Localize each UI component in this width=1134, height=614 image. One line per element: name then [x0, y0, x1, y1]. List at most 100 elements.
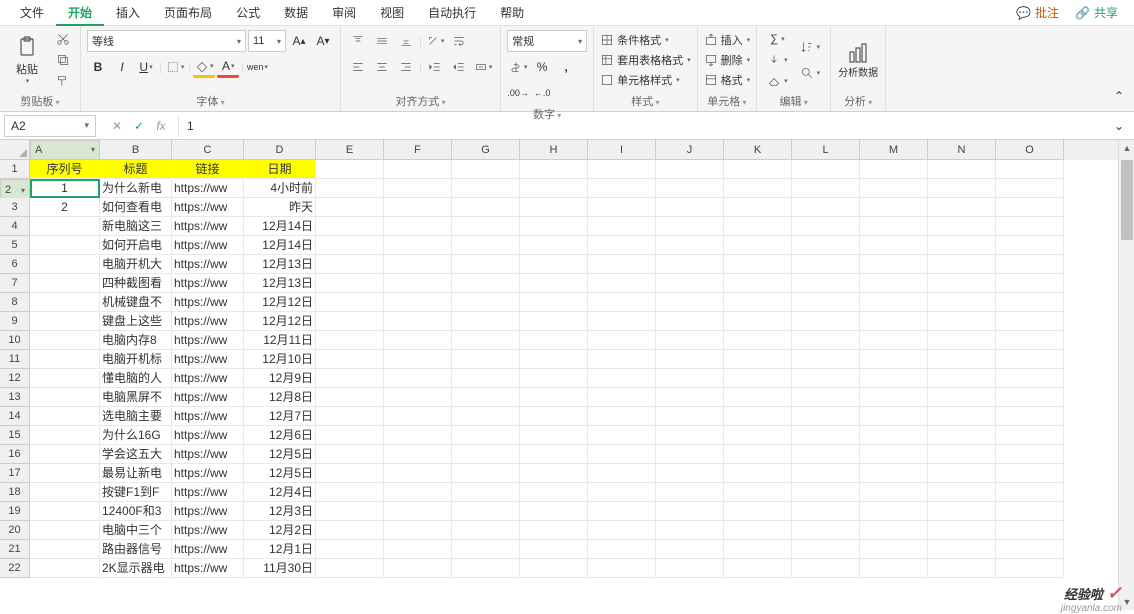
- cell[interactable]: [656, 312, 724, 331]
- cell[interactable]: [520, 179, 588, 198]
- cell[interactable]: [996, 255, 1064, 274]
- row-header[interactable]: 11: [0, 350, 30, 369]
- cell[interactable]: [792, 160, 860, 179]
- align-left-button[interactable]: [347, 56, 369, 78]
- cell[interactable]: [928, 179, 996, 198]
- cell[interactable]: 日期: [244, 160, 316, 179]
- col-header-E[interactable]: E: [316, 140, 384, 160]
- cell[interactable]: [30, 350, 100, 369]
- row-header[interactable]: 19: [0, 502, 30, 521]
- vertical-scrollbar[interactable]: ▲ ▼: [1118, 140, 1134, 610]
- cell[interactable]: 12月3日: [244, 502, 316, 521]
- row-header[interactable]: 6: [0, 255, 30, 274]
- cell[interactable]: 按键F1到F: [100, 483, 172, 502]
- cell[interactable]: 路由器信号: [100, 540, 172, 559]
- cell[interactable]: [860, 255, 928, 274]
- cell[interactable]: 机械键盘不: [100, 293, 172, 312]
- cell[interactable]: [452, 160, 520, 179]
- cell[interactable]: [928, 312, 996, 331]
- cell[interactable]: [384, 426, 452, 445]
- merge-button[interactable]: [472, 56, 494, 78]
- cell[interactable]: https://ww: [172, 350, 244, 369]
- cell[interactable]: [792, 407, 860, 426]
- menu-data[interactable]: 数据: [272, 0, 320, 26]
- cell[interactable]: [520, 350, 588, 369]
- cell[interactable]: [452, 179, 520, 198]
- cell[interactable]: [30, 274, 100, 293]
- cell[interactable]: [588, 255, 656, 274]
- cell[interactable]: [588, 502, 656, 521]
- cell[interactable]: [384, 407, 452, 426]
- insert-cells-button[interactable]: 插入: [704, 32, 751, 48]
- cell[interactable]: [316, 483, 384, 502]
- cell[interactable]: [30, 445, 100, 464]
- cell[interactable]: [452, 331, 520, 350]
- cell[interactable]: 电脑中三个: [100, 521, 172, 540]
- row-header[interactable]: 18: [0, 483, 30, 502]
- cell[interactable]: [588, 407, 656, 426]
- menu-insert[interactable]: 插入: [104, 0, 152, 26]
- cell[interactable]: [860, 369, 928, 388]
- cell[interactable]: [656, 331, 724, 350]
- row-header[interactable]: 1: [0, 160, 30, 179]
- cell[interactable]: [520, 255, 588, 274]
- cell[interactable]: [792, 217, 860, 236]
- cell[interactable]: [588, 293, 656, 312]
- col-header-O[interactable]: O: [996, 140, 1064, 160]
- cell[interactable]: [30, 388, 100, 407]
- cell[interactable]: [30, 312, 100, 331]
- cell[interactable]: [452, 426, 520, 445]
- cell[interactable]: [656, 445, 724, 464]
- cell[interactable]: [724, 255, 792, 274]
- cell[interactable]: [996, 502, 1064, 521]
- cell[interactable]: [452, 312, 520, 331]
- cell[interactable]: [860, 217, 928, 236]
- cell[interactable]: https://ww: [172, 217, 244, 236]
- cell[interactable]: [792, 540, 860, 559]
- analyze-data-button[interactable]: 分析数据: [837, 30, 879, 90]
- cell[interactable]: [588, 331, 656, 350]
- cell[interactable]: [316, 293, 384, 312]
- cell[interactable]: [792, 502, 860, 521]
- cell[interactable]: [656, 521, 724, 540]
- cell[interactable]: 学会这五大: [100, 445, 172, 464]
- cell[interactable]: [724, 312, 792, 331]
- cell[interactable]: [316, 274, 384, 293]
- cell[interactable]: [996, 236, 1064, 255]
- cell[interactable]: 12月5日: [244, 464, 316, 483]
- col-header-J[interactable]: J: [656, 140, 724, 160]
- font-color-button[interactable]: A: [217, 56, 239, 78]
- cell[interactable]: [792, 559, 860, 578]
- cell[interactable]: [996, 559, 1064, 578]
- row-header[interactable]: 12: [0, 369, 30, 388]
- cell[interactable]: [452, 198, 520, 217]
- increase-decimal-button[interactable]: .00→: [507, 82, 529, 104]
- comment-button[interactable]: 💬 批注: [1008, 4, 1067, 21]
- cell[interactable]: [316, 445, 384, 464]
- cell[interactable]: [792, 293, 860, 312]
- row-header[interactable]: 7: [0, 274, 30, 293]
- cell[interactable]: [792, 445, 860, 464]
- cell[interactable]: [996, 179, 1064, 198]
- cell[interactable]: [316, 350, 384, 369]
- cell[interactable]: [656, 236, 724, 255]
- cell[interactable]: [656, 198, 724, 217]
- cell[interactable]: https://ww: [172, 445, 244, 464]
- decrease-decimal-button[interactable]: ←.0: [531, 82, 553, 104]
- cell[interactable]: [588, 312, 656, 331]
- cell[interactable]: [316, 407, 384, 426]
- cell[interactable]: [928, 369, 996, 388]
- clear-button[interactable]: [763, 73, 792, 90]
- cell[interactable]: https://ww: [172, 198, 244, 217]
- cell[interactable]: [928, 388, 996, 407]
- cell[interactable]: 12月14日: [244, 236, 316, 255]
- cell[interactable]: [384, 217, 452, 236]
- cell[interactable]: [316, 198, 384, 217]
- cell[interactable]: [928, 445, 996, 464]
- cell[interactable]: [452, 464, 520, 483]
- cell[interactable]: [860, 388, 928, 407]
- cell[interactable]: [656, 255, 724, 274]
- cell[interactable]: [656, 179, 724, 198]
- align-top-button[interactable]: [347, 30, 369, 52]
- cell[interactable]: [792, 426, 860, 445]
